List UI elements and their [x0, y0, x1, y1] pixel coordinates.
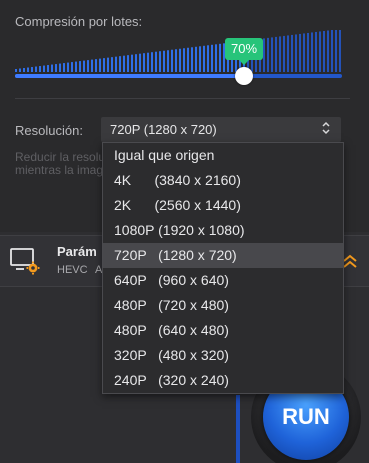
updown-chevron-icon — [321, 120, 331, 139]
dropdown-option[interactable]: 240P (320 x 240) — [103, 368, 343, 393]
divider — [15, 98, 350, 99]
slider-bar — [335, 30, 337, 72]
dropdown-option[interactable]: 640P (960 x 640) — [103, 268, 343, 293]
slider-bar — [275, 36, 277, 72]
slider-bar — [139, 53, 141, 72]
slider-bar — [63, 63, 65, 72]
slider-bar — [119, 56, 121, 72]
slider-bar — [55, 64, 57, 72]
slider-bar — [23, 68, 25, 72]
slider-bar — [323, 30, 325, 72]
slider-bar — [47, 65, 49, 72]
slider-volume-bars — [15, 30, 341, 72]
slider-bar — [75, 61, 77, 72]
slider-bar — [283, 35, 285, 72]
slider-bar — [315, 31, 317, 72]
slider-bar — [339, 30, 341, 72]
parameters-title: Parám — [57, 244, 97, 259]
slider-bar — [143, 53, 145, 72]
slider-bar — [291, 34, 293, 72]
slider-bar — [95, 59, 97, 72]
slider-bar — [327, 30, 329, 72]
slider-bar — [51, 64, 53, 72]
slider-bar — [27, 67, 29, 72]
slider-thumb[interactable] — [235, 67, 253, 85]
slider-bar — [151, 52, 153, 72]
slider-bar — [311, 32, 313, 72]
slider-bar — [191, 47, 193, 72]
slider-bar — [159, 51, 161, 72]
slider-value-tooltip: 70% — [225, 38, 263, 65]
slider-bar — [107, 57, 109, 72]
slider-bar — [91, 59, 93, 72]
slider-bar — [135, 54, 137, 72]
slider-bar — [299, 33, 301, 72]
monitor-gear-icon — [10, 248, 40, 275]
slider-bar — [171, 49, 173, 72]
slider-bar — [127, 55, 129, 72]
slider-bar — [211, 44, 213, 72]
slider-bar — [71, 62, 73, 72]
slider-bar — [111, 57, 113, 72]
slider-bar — [131, 54, 133, 72]
parameters-codec: HEVC — [57, 264, 88, 276]
compression-slider[interactable]: 70% — [15, 30, 342, 90]
slider-bar — [295, 34, 297, 72]
slider-bar — [207, 45, 209, 72]
slider-bar — [287, 35, 289, 72]
slider-bar — [35, 66, 37, 72]
dropdown-option[interactable]: 320P (480 x 320) — [103, 343, 343, 368]
slider-bar — [59, 63, 61, 72]
slider-bar — [179, 48, 181, 72]
slider-bar — [215, 44, 217, 72]
hint-line-2: mientras la imag — [15, 163, 104, 177]
resolution-label: Resolución: — [15, 123, 83, 138]
slider-bar — [167, 50, 169, 72]
slider-bar — [103, 58, 105, 72]
slider-bar — [199, 46, 201, 72]
slider-bar — [147, 52, 149, 72]
slider-bar — [307, 32, 309, 72]
slider-bar — [15, 69, 17, 72]
slider-bar — [195, 46, 197, 72]
slider-bar — [39, 66, 41, 72]
resolution-hint: Reducir la resolu mientras la imag — [15, 151, 115, 177]
slider-bar — [175, 49, 177, 72]
slider-bar — [87, 60, 89, 72]
slider-bar — [43, 65, 45, 72]
slider-bar — [99, 58, 101, 72]
slider-bar — [267, 37, 269, 72]
slider-bar — [31, 67, 33, 72]
resolution-dropdown: Igual que origen 4K (3840 x 2160) 2K (25… — [102, 142, 344, 394]
dropdown-option[interactable]: 480P (640 x 480) — [103, 318, 343, 343]
slider-bar — [279, 36, 281, 72]
dropdown-option[interactable]: Igual que origen — [103, 143, 343, 168]
slider-bar — [67, 62, 69, 72]
compression-label: Compresión por lotes: — [15, 14, 143, 29]
dropdown-option[interactable]: 1080P (1920 x 1080) — [103, 218, 343, 243]
slider-bar — [163, 50, 165, 72]
slider-bar — [303, 33, 305, 72]
slider-bar — [19, 68, 21, 72]
slider-bar — [271, 37, 273, 72]
resolution-select-value: 720P (1280 x 720) — [110, 122, 217, 137]
dropdown-option[interactable]: 480P (720 x 480) — [103, 293, 343, 318]
slider-bar — [331, 30, 333, 72]
slider-bar — [155, 51, 157, 72]
slider-bar — [319, 31, 321, 72]
slider-fill — [15, 74, 244, 78]
slider-bar — [115, 56, 117, 72]
slider-bar — [79, 61, 81, 72]
slider-bar — [203, 45, 205, 72]
slider-bar — [187, 47, 189, 72]
dropdown-option[interactable]: 2K (2560 x 1440) — [103, 193, 343, 218]
slider-bar — [183, 48, 185, 72]
slider-bar — [263, 38, 265, 72]
slider-bar — [123, 55, 125, 72]
dropdown-option[interactable]: 4K (3840 x 2160) — [103, 168, 343, 193]
slider-bar — [219, 43, 221, 72]
slider-bar — [83, 60, 85, 72]
resolution-select[interactable]: 720P (1280 x 720) — [101, 117, 341, 142]
dropdown-option-selected[interactable]: 720P (1280 x 720) — [103, 243, 343, 268]
